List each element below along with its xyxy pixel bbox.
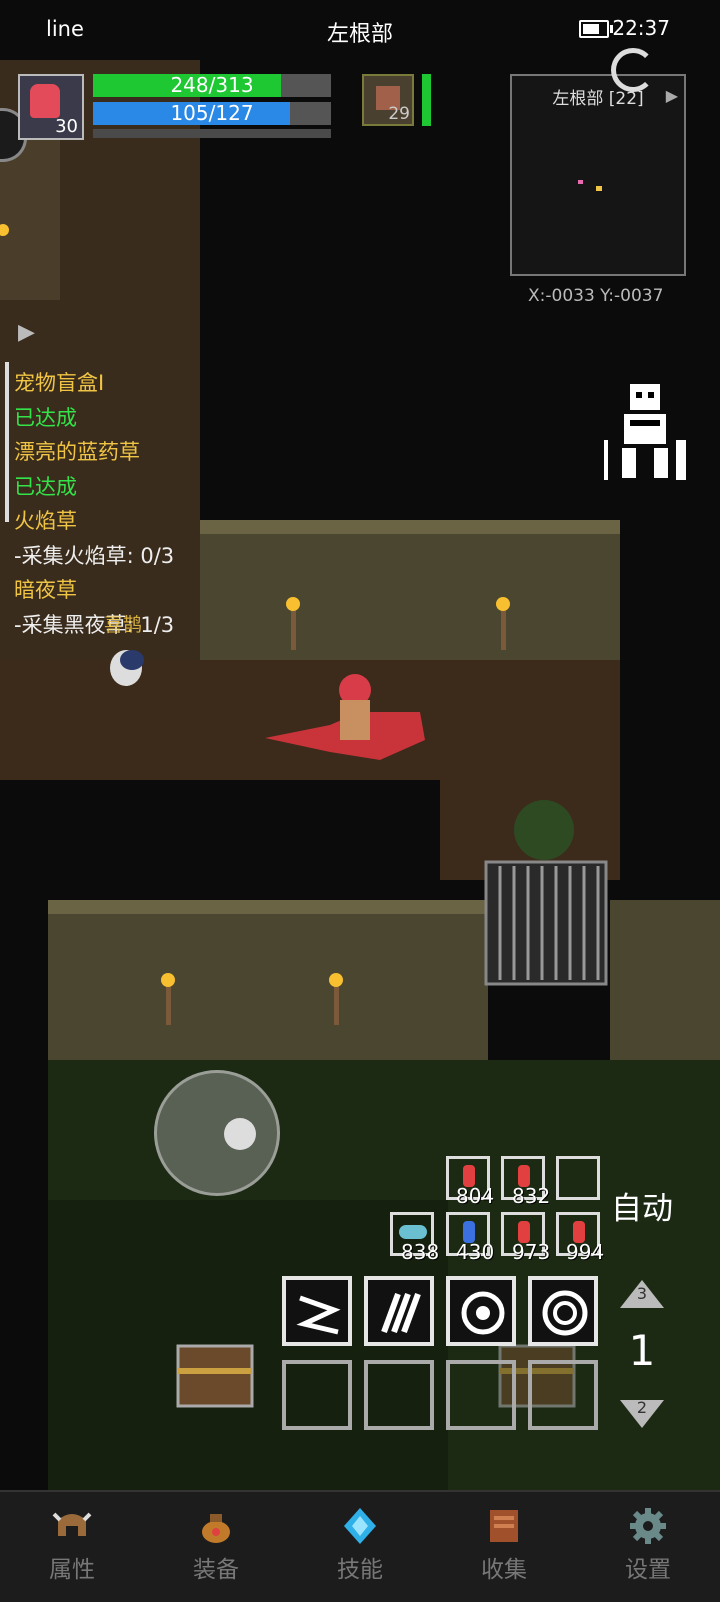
skill-slot-5[interactable] xyxy=(282,1360,352,1430)
quest-status: 已达成 xyxy=(14,405,77,430)
burst-skill-icon xyxy=(461,1291,505,1335)
system-status-bar: line 左根部 22:37 xyxy=(0,0,720,60)
page-down-number: 2 xyxy=(636,1398,648,1417)
hp-text: 248/313 xyxy=(170,73,254,97)
npc-name-label: 喜鹊 xyxy=(104,614,143,636)
quest-scroll-indicator xyxy=(5,362,9,522)
quick-item-slot-empty[interactable] xyxy=(556,1156,600,1200)
nav-label: 属性 xyxy=(49,1557,95,1583)
skill-slot-3[interactable] xyxy=(446,1276,516,1346)
player-avatar[interactable]: 30 xyxy=(18,74,84,140)
fish-icon xyxy=(399,1225,427,1239)
item-count: 804 xyxy=(456,1184,495,1208)
claw-skill-icon xyxy=(381,1292,421,1334)
skill-slot-1[interactable] xyxy=(282,1276,352,1346)
skill-slot-4[interactable] xyxy=(528,1276,598,1346)
skill-slot-8[interactable] xyxy=(528,1360,598,1430)
item-count: 994 xyxy=(566,1240,605,1264)
joystick-knob[interactable] xyxy=(224,1118,256,1150)
item-count: 838 xyxy=(401,1240,440,1264)
nav-label: 收集 xyxy=(481,1557,527,1583)
pet-hp-bar xyxy=(422,74,431,126)
mp-text: 105/127 xyxy=(170,101,254,125)
hp-bar: 248/313 xyxy=(93,74,331,97)
item-count: 973 xyxy=(512,1240,551,1264)
item-count: 430 xyxy=(456,1240,495,1264)
nav-skills[interactable]: 技能 xyxy=(288,1492,432,1602)
nav-equipment[interactable]: 装备 xyxy=(144,1492,288,1602)
player-level: 30 xyxy=(55,116,78,137)
nav-label: 设置 xyxy=(625,1557,671,1583)
gear-icon xyxy=(630,1508,666,1544)
quest-status: -采集黑夜草: 1/3 xyxy=(14,612,175,637)
play-arrow-icon[interactable]: ▶ xyxy=(18,320,35,345)
quest-tracker[interactable]: 宠物盲盒I 已达成 漂亮的蓝药草 已达成 火焰草 -采集火焰草: 0/3 暗夜草… xyxy=(14,366,174,642)
skill-slot-7[interactable] xyxy=(446,1360,516,1430)
nav-label: 技能 xyxy=(337,1557,383,1583)
bottom-nav: 属性 装备 技能 收集 设置 xyxy=(0,1490,720,1602)
book-icon xyxy=(490,1510,518,1542)
quest-title: 火焰草 xyxy=(14,509,77,533)
auto-battle-button[interactable]: 自动 xyxy=(608,1184,676,1234)
skill-slot-6[interactable] xyxy=(364,1360,434,1430)
crystal-icon xyxy=(344,1508,376,1544)
refresh-icon[interactable] xyxy=(611,48,655,92)
player-portrait-icon xyxy=(30,84,60,118)
item-count: 832 xyxy=(512,1184,551,1208)
skill-page-number: 1 xyxy=(628,1326,656,1375)
clock: 22:37 xyxy=(612,16,670,40)
quest-status: 已达成 xyxy=(14,474,77,499)
page-up-number: 3 xyxy=(636,1284,648,1303)
quest-status: -采集火焰草: 0/3 xyxy=(14,543,175,568)
virtual-joystick[interactable] xyxy=(154,1070,280,1196)
xp-bar xyxy=(93,129,331,138)
slash-skill-icon xyxy=(296,1295,341,1335)
minimap[interactable]: 左根部 [22] ▶ xyxy=(510,74,686,276)
nav-label: 装备 xyxy=(193,1557,239,1583)
mp-bar: 105/127 xyxy=(93,102,331,125)
bag-icon xyxy=(202,1514,230,1543)
skill-slot-2[interactable] xyxy=(364,1276,434,1346)
vortex-skill-icon xyxy=(542,1290,588,1336)
nav-attributes[interactable]: 属性 xyxy=(0,1492,144,1602)
quest-title: 暗夜草 xyxy=(14,578,77,602)
pet-level: 29 xyxy=(388,104,410,124)
quest-title: 宠物盲盒I xyxy=(14,371,105,395)
boss-skeleton-icon[interactable] xyxy=(576,384,692,488)
battery-icon xyxy=(579,20,613,38)
treasure-chest[interactable] xyxy=(176,1340,254,1410)
pet-avatar[interactable]: 29 xyxy=(362,74,414,126)
quest-title: 漂亮的蓝药草 xyxy=(14,440,140,464)
nav-settings[interactable]: 设置 xyxy=(576,1492,720,1602)
coordinates: X:-0033 Y:-0037 xyxy=(528,286,664,306)
helmet-icon xyxy=(52,1512,92,1536)
nav-collection[interactable]: 收集 xyxy=(432,1492,576,1602)
